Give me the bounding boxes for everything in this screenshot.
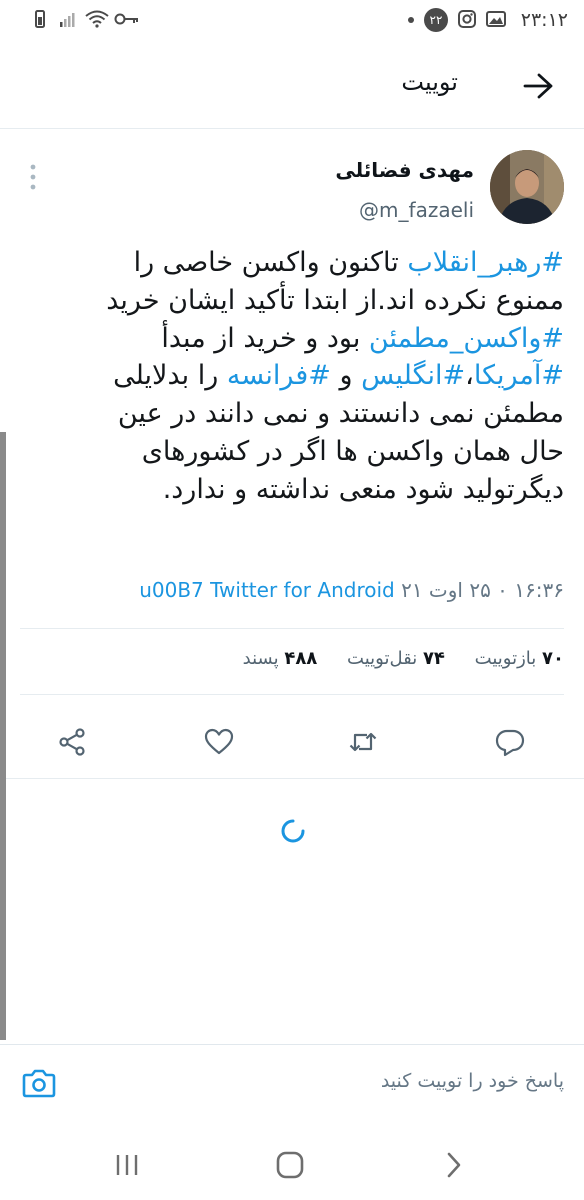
tweet-line: مطمئن نمی دانستند و نمی دانند در عین [28, 395, 564, 433]
quote-tweets-count: ۷۰ [542, 648, 564, 669]
recent-apps-icon[interactable] [110, 1148, 146, 1182]
avatar-image [490, 150, 564, 224]
tweet-header: توییت [0, 50, 584, 122]
tweet-line: دیگرتولید شود منعی نداشته و ندارد. [28, 471, 564, 509]
battery-icon [35, 10, 45, 28]
retweets-label: نقل‌توییت [347, 648, 418, 669]
tweet-text-segment: ممنوع نکرده اند.از ابتدا تأکید ایشان خری… [106, 284, 564, 316]
tweet-line: حال همان واکسن ها اگر در کشورهای [28, 433, 564, 471]
loading-spinner-icon [281, 819, 305, 843]
key-icon [114, 13, 138, 25]
author-name[interactable]: مهدی فضائلی [335, 158, 474, 182]
retweets-stat[interactable]: ۷۴ نقل‌توییت [347, 648, 445, 669]
header-divider [0, 128, 584, 129]
status-time: ۲۳:۱۲ [520, 9, 568, 31]
notification-badge: ۲۲ [424, 8, 448, 32]
share-button[interactable] [52, 722, 92, 762]
meta-divider [20, 628, 564, 629]
likes-label: پسند [242, 648, 279, 669]
tweet-text-segment: مطمئن نمی دانستند و نمی دانند در عین [117, 398, 564, 430]
like-icon [204, 728, 234, 755]
tweet-text-segment: حال همان واکسن ها اگر در کشورهای [141, 435, 564, 467]
tweet-line: #واکسن_مطمئن بود و خرید از مبدأ [28, 320, 564, 358]
page-title: توییت [401, 68, 458, 96]
hashtag-link[interactable]: #رهبر_انقلاب [407, 247, 564, 278]
likes-stat[interactable]: ۴۸۸ پسند [243, 648, 318, 669]
hashtag-link[interactable]: #واکسن_مطمئن [369, 323, 564, 354]
retweet-icon [349, 732, 377, 752]
image-icon [486, 11, 506, 27]
signal-icon [60, 13, 75, 27]
scroll-indicator [0, 432, 6, 1040]
tweet-timestamp[interactable]: ۱۶:۳۶ ۰ ۲۵ اوت ۲۱ [401, 578, 564, 602]
tweet-text-segment: تاکنون واکسن خاصی را [133, 247, 408, 278]
home-icon[interactable] [272, 1148, 308, 1182]
tweet-stats: ۷۰ بازتوییت ۷۴ نقل‌توییت ۴۸۸ پسند [219, 648, 564, 669]
camera-icon[interactable] [20, 1064, 58, 1102]
quote-tweets-stat[interactable]: ۷۰ بازتوییت [475, 648, 564, 669]
retweets-count: ۷۴ [422, 648, 445, 669]
tweet-source[interactable]: Twitter for Android [210, 578, 395, 602]
tweet-text-segment: دیگرتولید شود منعی نداشته و ندارد. [162, 473, 564, 505]
dot-indicator [408, 17, 414, 23]
source-separator: u00B7 [139, 578, 204, 602]
author-handle[interactable]: @m_fazaeli [359, 198, 474, 222]
tweet-text-segment: ، [465, 360, 474, 392]
actions-divider [0, 778, 584, 779]
instagram-icon [458, 10, 476, 28]
tweet-text-segment: بود و خرید از مبدأ [161, 322, 369, 354]
tweet-meta: ۱۶:۳۶ ۰ ۲۵ اوت ۲۱ u00B7 Twitter for Andr… [139, 578, 564, 602]
quote-tweets-label: بازتوییت [474, 648, 537, 669]
hashtag-link[interactable]: #فرانسه [227, 360, 331, 391]
more-icon[interactable] [26, 162, 40, 192]
tweet-text: #رهبر_انقلاب تاکنون واکسن خاصی را ممنوع ن… [28, 244, 564, 509]
stats-divider [20, 694, 564, 695]
retweet-button[interactable] [343, 722, 383, 762]
likes-count: ۴۸۸ [284, 648, 318, 669]
reply-input[interactable]: پاسخ خود را توییت کنید [164, 1070, 564, 1100]
tweet-line: #آمریکا،#انگلیس و #فرانسه را بدلایلی [28, 357, 564, 395]
like-button[interactable] [199, 722, 239, 762]
tweet-line: ممنوع نکرده اند.از ابتدا تأکید ایشان خری… [28, 282, 564, 320]
hashtag-link[interactable]: #انگلیس [361, 360, 465, 391]
reply-divider [0, 1044, 584, 1045]
reply-icon [495, 729, 525, 757]
reply-button[interactable] [490, 722, 530, 762]
wifi-icon [85, 10, 109, 28]
tweet-text-segment: و [330, 360, 362, 392]
tweet-line: #رهبر_انقلاب تاکنون واکسن خاصی را [28, 244, 564, 282]
back-icon[interactable] [436, 1148, 472, 1182]
status-bar: ۲۳:۱۲ ۲۲ [0, 0, 584, 40]
back-arrow-icon[interactable] [522, 72, 554, 100]
avatar[interactable] [490, 150, 564, 224]
hashtag-link[interactable]: #آمریکا [474, 360, 564, 391]
tweet-text-segment: را بدلایلی [113, 360, 227, 392]
share-icon [59, 728, 85, 756]
